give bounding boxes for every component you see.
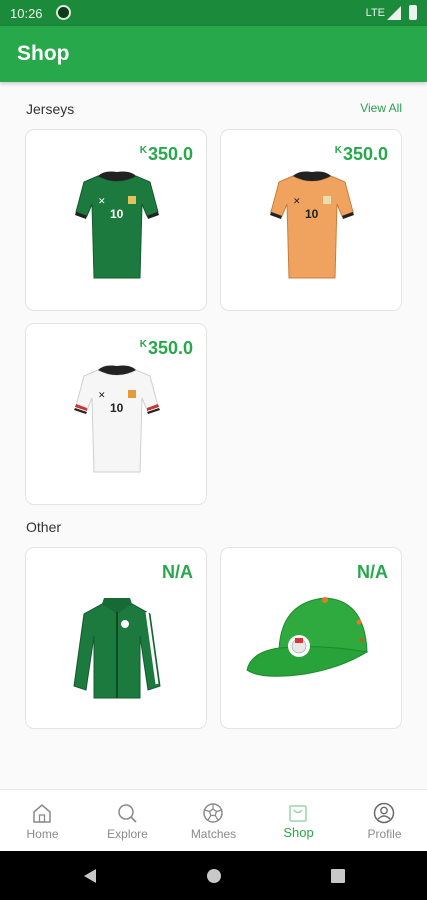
nav-item-shop[interactable]: Shop: [256, 790, 341, 852]
section-title-jerseys: Jerseys: [26, 101, 75, 117]
svg-text:10: 10: [110, 401, 124, 415]
orange-jersey-image: 10 ✕: [270, 171, 354, 279]
product-card-orange-jersey[interactable]: K350.0 10 ✕: [220, 129, 402, 311]
nav-label: Shop: [283, 825, 314, 840]
profile-icon: [373, 802, 395, 824]
shopping-bag-icon: [289, 805, 307, 822]
app-bar: Shop: [0, 26, 427, 82]
svg-text:✕: ✕: [98, 196, 106, 206]
soccer-ball-icon: [203, 803, 223, 823]
network-type: LTE: [365, 7, 385, 19]
svg-text:10: 10: [110, 207, 124, 221]
product-card-white-jersey[interactable]: K350.0 10 ✕: [25, 323, 207, 505]
green-jacket-image: [73, 598, 162, 699]
nav-label: Matches: [190, 827, 237, 841]
app-notification-icon: [56, 5, 71, 20]
green-cap-image: [246, 597, 369, 677]
signal-icon: [387, 6, 401, 20]
nav-item-home[interactable]: Home: [0, 790, 85, 852]
battery-icon: [409, 5, 417, 20]
nav-label: Profile: [367, 827, 402, 841]
nav-label: Home: [26, 827, 59, 841]
product-card-green-jersey[interactable]: K350.0 10 ✕: [25, 129, 207, 311]
view-all-link[interactable]: View All: [360, 101, 402, 115]
home-button-icon[interactable]: [206, 868, 222, 884]
home-icon: [33, 804, 51, 823]
nav-item-matches[interactable]: Matches: [171, 790, 256, 852]
svg-text:✕: ✕: [293, 196, 301, 206]
green-jersey-image: 10 ✕: [75, 171, 159, 279]
status-bar: 10:26 LTE: [0, 0, 427, 26]
status-time: 10:26: [10, 6, 43, 21]
recents-icon[interactable]: [330, 868, 346, 884]
nav-item-profile[interactable]: Profile: [342, 790, 427, 852]
product-card-jacket[interactable]: N/A: [25, 547, 207, 729]
svg-text:✕: ✕: [98, 390, 106, 400]
search-icon: [118, 804, 137, 823]
system-navigation-bar: [0, 851, 427, 900]
nav-item-explore[interactable]: Explore: [85, 790, 170, 852]
back-icon[interactable]: [82, 868, 98, 884]
nav-label: Explore: [107, 827, 148, 841]
bottom-navigation: Home Explore Matches Shop Profile: [0, 789, 427, 851]
section-title-other: Other: [26, 519, 62, 535]
svg-text:10: 10: [305, 207, 319, 221]
page-title: Shop: [17, 42, 70, 65]
white-jersey-image: 10 ✕: [74, 365, 160, 473]
product-card-cap[interactable]: N/A: [220, 547, 402, 729]
